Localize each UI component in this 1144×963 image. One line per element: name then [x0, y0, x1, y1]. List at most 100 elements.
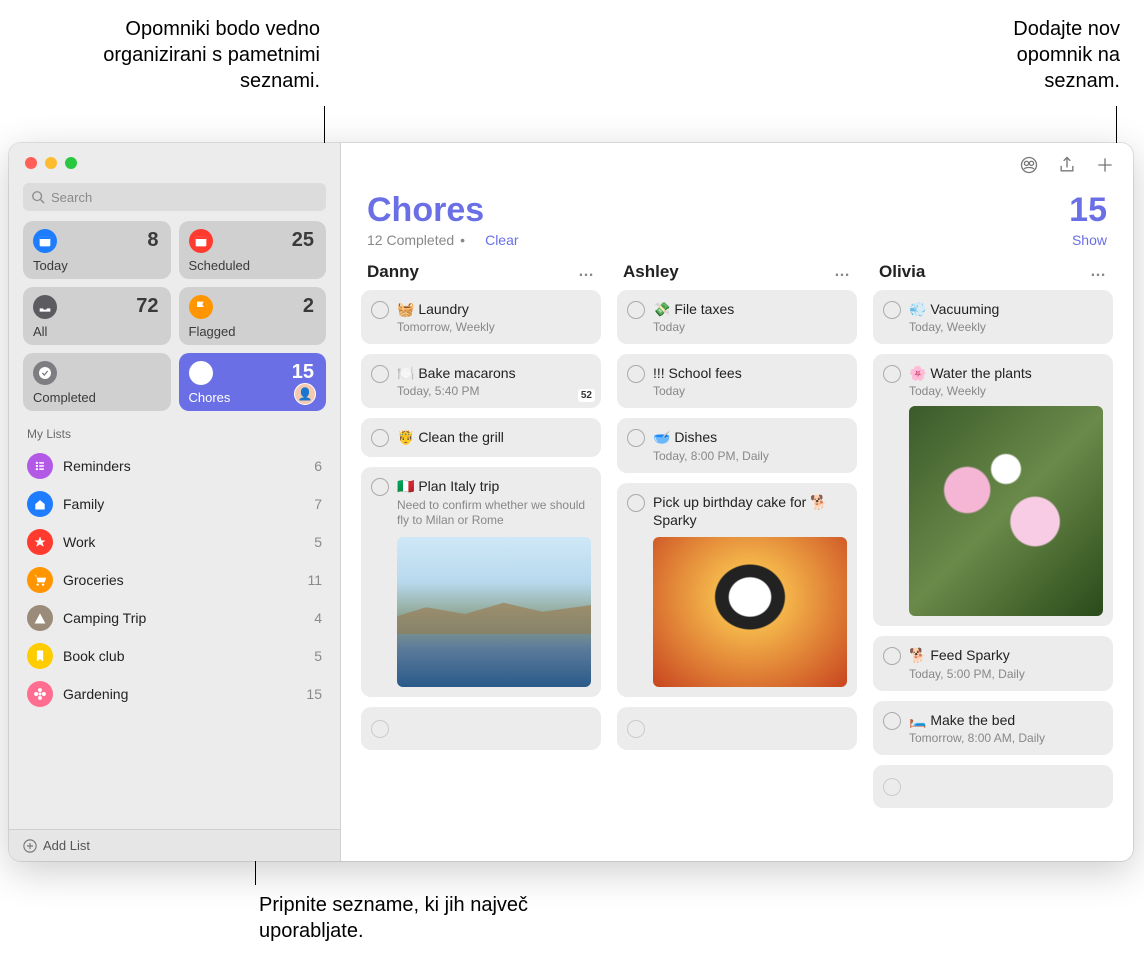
reminder-note: Need to confirm whether we should fly to… [397, 498, 591, 529]
reminder-card-empty[interactable] [361, 707, 601, 750]
checkbox[interactable] [883, 365, 901, 383]
reminder-subtitle: Tomorrow, 8:00 AM, Daily [909, 731, 1103, 745]
show-button[interactable]: Show [1072, 232, 1107, 248]
flag-icon [189, 295, 213, 319]
smart-tile-count: 25 [292, 229, 314, 252]
plus-circle-icon [23, 839, 37, 853]
checkbox[interactable] [627, 429, 645, 447]
checkbox[interactable] [371, 478, 389, 496]
search-icon [31, 190, 45, 204]
close-button[interactable] [25, 157, 37, 169]
column-header: Danny… [361, 258, 601, 290]
reminder-title: 🇮🇹 Plan Italy trip [397, 477, 591, 495]
callout-add-reminder: Dodajte nov opomnik na seznam. [980, 16, 1120, 94]
checkbox[interactable] [371, 720, 389, 738]
reminder-subtitle: Today [653, 384, 847, 398]
reminder-card[interactable]: !!! School fees Today [617, 354, 857, 408]
reminder-card[interactable]: 🇮🇹 Plan Italy trip Need to confirm wheth… [361, 467, 601, 696]
collaborate-icon[interactable] [1019, 155, 1039, 175]
reminder-card[interactable]: 🤴 Clean the grill [361, 418, 601, 457]
checkbox[interactable] [627, 301, 645, 319]
smart-tile-completed[interactable]: Completed [23, 353, 171, 411]
reminder-card[interactable]: Pick up birthday cake for 🐕 Sparky [617, 483, 857, 697]
reminder-subtitle: Today [653, 320, 847, 334]
smart-tile-chores[interactable]: 15 Chores 👤 [179, 353, 327, 411]
smart-tile-scheduled[interactable]: 25 Scheduled [179, 221, 327, 279]
reminder-card[interactable]: 💸 File taxes Today [617, 290, 857, 344]
checkbox[interactable] [883, 712, 901, 730]
smart-tile-flagged[interactable]: 2 Flagged [179, 287, 327, 345]
reminder-subtitle: Today, Weekly [909, 320, 1103, 334]
reminder-card[interactable]: 💨 Vacuuming Today, Weekly [873, 290, 1113, 344]
list-count: 6 [314, 458, 322, 474]
column-olivia: Olivia … 💨 Vacuuming Today, Weekly 🌸 Wate… [873, 258, 1113, 851]
title-row: Chores 15 [341, 187, 1133, 230]
maximize-button[interactable] [65, 157, 77, 169]
bookmark-icon [27, 643, 53, 669]
reminder-card[interactable]: 🌸 Water the plants Today, Weekly [873, 354, 1113, 626]
reminder-card[interactable]: 🥣 Dishes Today, 8:00 PM, Daily [617, 418, 857, 472]
smart-tile-count: 15 [292, 361, 314, 384]
reminder-subtitle: Today, 5:00 PM, Daily [909, 667, 1103, 681]
column-more-button[interactable]: … [1090, 263, 1107, 281]
clear-button[interactable]: Clear [485, 232, 518, 248]
add-reminder-button[interactable] [1095, 155, 1115, 175]
share-icon[interactable] [1057, 155, 1077, 175]
columns: Danny… 🧺 Laundry Tomorrow, Weekly 🍽️ Bak… [341, 258, 1133, 861]
list-row-work[interactable]: Work 5 [9, 523, 340, 561]
list-rows: Reminders 6 Family 7 Work 5 Groceries 11… [9, 447, 340, 829]
list-row-reminders[interactable]: Reminders 6 [9, 447, 340, 485]
calendar-today-icon [33, 229, 57, 253]
checkbox[interactable] [371, 429, 389, 447]
checkbox[interactable] [883, 301, 901, 319]
reminder-title: Pick up birthday cake for 🐕 Sparky [653, 493, 847, 529]
checkbox[interactable] [883, 647, 901, 665]
smart-tile-all[interactable]: 72 All [23, 287, 171, 345]
list-row-camping-trip[interactable]: Camping Trip 4 [9, 599, 340, 637]
reminder-card[interactable]: 🛏️ Make the bed Tomorrow, 8:00 AM, Daily [873, 701, 1113, 755]
checkbox[interactable] [371, 301, 389, 319]
reminder-card[interactable]: 🍽️ Bake macarons Today, 5:40 PM 52 [361, 354, 601, 408]
list-name: Family [63, 496, 104, 512]
reminder-card-empty[interactable] [617, 707, 857, 750]
reminder-subtitle: Tomorrow, Weekly [397, 320, 591, 334]
reminder-card[interactable]: 🐕 Feed Sparky Today, 5:00 PM, Daily [873, 636, 1113, 690]
column-name: Olivia [879, 262, 925, 282]
smart-tile-label: Flagged [189, 324, 236, 339]
list-name: Reminders [63, 458, 131, 474]
reminder-title: 🍽️ Bake macarons [397, 364, 591, 382]
reminder-image [909, 406, 1103, 616]
main-content: Chores 15 12 Completed • Clear Show Dann… [341, 143, 1133, 861]
list-name: Groceries [63, 572, 124, 588]
list-count: 15 [1069, 191, 1107, 230]
reminder-title: 🧺 Laundry [397, 300, 591, 318]
list-row-groceries[interactable]: Groceries 11 [9, 561, 340, 599]
list-row-gardening[interactable]: Gardening 15 [9, 675, 340, 713]
callout-smart-lists: Opomniki bodo vedno organizirani s pamet… [70, 16, 320, 94]
checkbox[interactable] [883, 778, 901, 796]
minimize-button[interactable] [45, 157, 57, 169]
column-ashley: Ashley … 💸 File taxes Today !!! School fe… [617, 258, 857, 851]
column-more-button[interactable]: … [578, 263, 595, 281]
list-name: Work [63, 534, 95, 550]
column-more-button[interactable]: … [834, 263, 851, 281]
list-name: Book club [63, 648, 124, 664]
reminder-image [397, 537, 591, 687]
checkbox[interactable] [627, 720, 645, 738]
list-row-family[interactable]: Family 7 [9, 485, 340, 523]
checkbox[interactable] [627, 494, 645, 512]
reminder-image [653, 537, 847, 687]
checkbox[interactable] [627, 365, 645, 383]
search-input[interactable]: Search [23, 183, 326, 211]
list-row-book-club[interactable]: Book club 5 [9, 637, 340, 675]
home-icon [27, 491, 53, 517]
reminder-card[interactable]: 🧺 Laundry Tomorrow, Weekly [361, 290, 601, 344]
smart-tile-count: 72 [136, 295, 158, 318]
toolbar [341, 143, 1133, 187]
column-name: Ashley [623, 262, 679, 282]
reminder-card-empty[interactable] [873, 765, 1113, 808]
smart-tile-today[interactable]: 8 Today [23, 221, 171, 279]
checkbox[interactable] [371, 365, 389, 383]
add-list-button[interactable]: Add List [9, 829, 340, 861]
smart-tile-count: 2 [303, 295, 314, 318]
